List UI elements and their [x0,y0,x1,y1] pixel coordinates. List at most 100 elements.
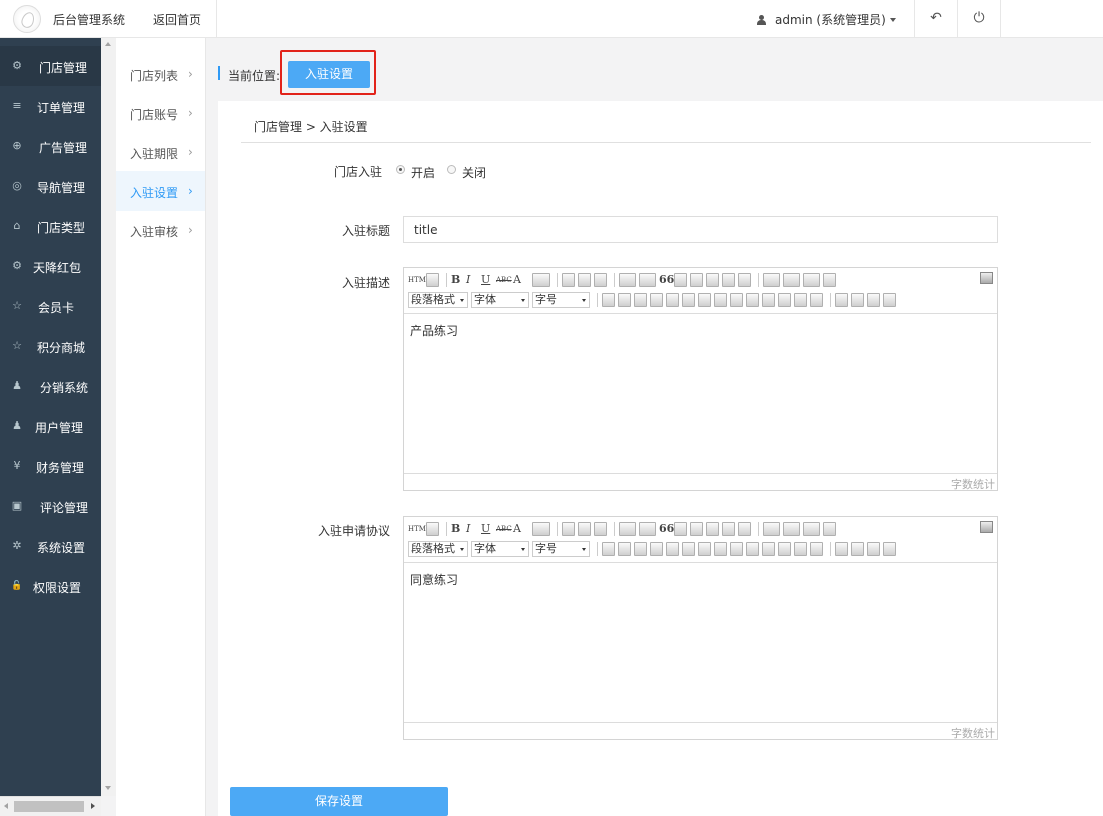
underline-icon[interactable]: U [481,522,493,536]
html-source-icon[interactable]: HTML [408,273,431,287]
emoji-icon[interactable] [674,521,687,536]
image-icon[interactable] [690,272,703,287]
insert-col-after-icon[interactable] [698,542,711,556]
print-icon[interactable] [867,542,880,556]
align-left-icon[interactable] [562,272,575,287]
sidebar-item-comments[interactable]: ▣ 评论管理 [0,486,101,526]
merge-right-icon[interactable] [746,542,759,556]
font-family-select[interactable]: 字体 [471,292,529,308]
preview-icon[interactable] [426,521,439,536]
line-height-icon[interactable] [803,272,820,287]
insert-col-icon[interactable] [682,293,695,307]
split-cells-icon[interactable] [778,293,791,307]
sidebar-item-points-mall[interactable]: ☆ 积分商城 [0,326,101,366]
radio-enable-on-label[interactable]: 开启 [411,164,435,181]
insert-col-after-icon[interactable] [698,293,711,307]
align-center-icon[interactable] [578,521,591,536]
image-left-icon[interactable] [851,542,864,556]
description-content[interactable]: 产品练习 [404,315,997,346]
format-icon[interactable] [783,521,800,536]
highlight-color-icon[interactable] [532,272,550,287]
app-logo[interactable] [13,5,41,33]
sidebar-item-navigation[interactable]: ◎ 导航管理 [0,166,101,206]
table-icon[interactable] [602,542,615,556]
sidebar-item-store-management[interactable]: ⚙ 门店管理 [0,46,101,86]
scroll-left-icon[interactable] [4,803,8,809]
insert-col-icon[interactable] [682,542,695,556]
align-center-icon[interactable] [578,272,591,287]
radio-enable-off-label[interactable]: 关闭 [462,164,486,181]
eraser-icon[interactable] [738,521,751,536]
template-icon[interactable] [883,293,896,307]
preview-icon[interactable] [426,272,439,287]
sidebar-item-store-types[interactable]: ⌂ 门店类型 [0,206,101,246]
merge-down-icon[interactable] [762,542,775,556]
sidebar-item-system-settings[interactable]: ✲ 系统设置 [0,526,101,566]
delete-col-icon[interactable] [714,542,727,556]
file-icon[interactable] [706,272,719,287]
image-left-icon[interactable] [851,293,864,307]
insert-icon[interactable] [823,521,836,536]
font-size-select[interactable]: 字号 [532,541,590,557]
sidebar-item-orders[interactable]: ≡ 订单管理 [0,86,101,126]
scroll-down-icon[interactable] [105,786,111,790]
insert-icon[interactable] [823,272,836,287]
merge-cells-icon[interactable] [730,293,743,307]
scrollbar-thumb[interactable] [14,801,84,812]
insert-row-icon[interactable] [634,542,647,556]
quote-icon[interactable]: 66 [659,273,674,287]
file-icon[interactable] [706,521,719,536]
sidebar-item-distribution[interactable]: ♟ 分销系统 [0,366,101,406]
sidebar-item-users[interactable]: ♟ 用户管理 [0,406,101,446]
undo-icon[interactable]: ↶ [926,8,946,28]
fullscreen-icon[interactable] [980,521,993,533]
home-link[interactable]: 返回首页 [153,11,201,28]
split-cells-icon[interactable] [778,542,791,556]
table-props-icon[interactable] [618,293,631,307]
paragraph-format-select[interactable]: 段落格式 [408,292,468,308]
html-source-icon[interactable]: HTML [408,522,431,536]
table-icon[interactable] [602,293,615,307]
anchor-icon[interactable] [835,542,848,556]
merge-down-icon[interactable] [762,293,775,307]
subnav-item-settle-review[interactable]: 入驻审核 › [116,210,205,250]
template-icon[interactable] [883,542,896,556]
line-height-icon[interactable] [803,521,820,536]
indent-icon[interactable] [763,521,780,536]
save-settings-button[interactable]: 保存设置 [230,787,448,816]
merge-right-icon[interactable] [746,293,759,307]
font-family-select[interactable]: 字体 [471,541,529,557]
subnav-item-store-list[interactable]: 门店列表 › [116,54,205,94]
merge-cells-icon[interactable] [730,542,743,556]
subnav-item-settle-settings[interactable]: 入驻设置 › [116,171,205,211]
font-color-icon[interactable]: A [513,273,529,287]
insert-row-after-icon[interactable] [650,293,663,307]
scroll-up-icon[interactable] [105,42,111,46]
bold-icon[interactable]: B [451,522,463,536]
radio-enable-off[interactable] [447,165,456,174]
user-menu[interactable]: admin (系统管理员) [757,11,896,28]
strikethrough-icon[interactable]: ABC [496,522,512,536]
quote-icon[interactable]: 66 [659,522,674,536]
split-rows-icon[interactable] [794,293,807,307]
print-icon[interactable] [867,293,880,307]
radio-enable-on[interactable] [396,165,405,174]
insert-row-after-icon[interactable] [650,542,663,556]
split-rows-icon[interactable] [794,542,807,556]
align-right-icon[interactable] [594,272,607,287]
paragraph-format-select[interactable]: 段落格式 [408,541,468,557]
split-cols-icon[interactable] [810,542,823,556]
highlight-color-icon[interactable] [532,521,550,536]
sidebar-item-finance[interactable]: ¥ 财务管理 [0,446,101,486]
delete-row-icon[interactable] [666,542,679,556]
fullscreen-icon[interactable] [980,272,993,284]
delete-row-icon[interactable] [666,293,679,307]
power-icon[interactable]: ⏻ [969,8,989,28]
title-input[interactable] [403,216,998,243]
align-right-icon[interactable] [594,521,607,536]
sidebar-item-red-packets[interactable]: ⚙ 天降红包 [0,246,101,286]
ordered-list-icon[interactable] [619,272,636,287]
delete-col-icon[interactable] [714,293,727,307]
italic-icon[interactable]: I [466,522,478,536]
emoji-icon[interactable] [674,272,687,287]
